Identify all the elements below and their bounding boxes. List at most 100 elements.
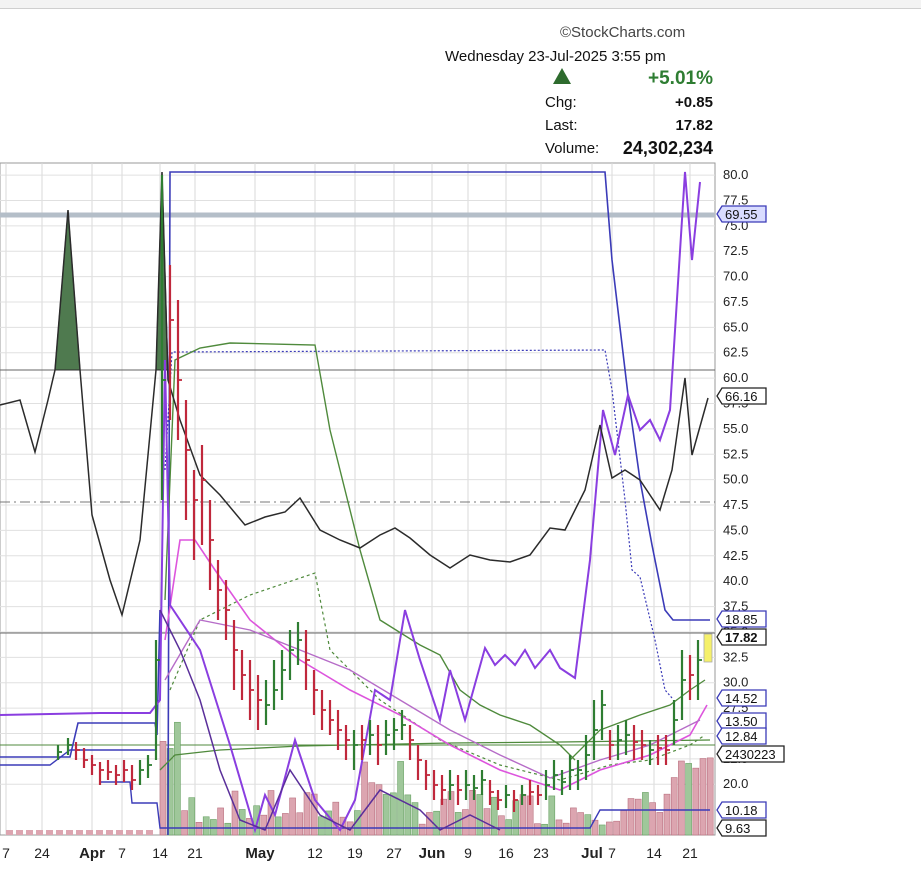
volume-bar [598,824,606,836]
x-tick-label: 21 [187,845,203,861]
last-value: 17.82 [675,117,713,134]
y-tick-label: 45.0 [723,522,748,537]
x-tick-label: 7 [608,845,616,861]
volume-bar [562,822,570,836]
volume-bar [692,767,700,836]
x-tick-label: 9 [464,845,472,861]
x-tick-label: 14 [152,845,168,861]
volume-bar [613,820,620,836]
volume-bar [634,798,642,836]
volume-bar [476,794,484,836]
price-tag-label: 12.84 [725,729,758,744]
current-bar-highlight [703,633,713,663]
volume-bar [361,761,368,836]
quote-datetime: Wednesday 23-Jul-2025 3:55 pm [445,48,666,65]
y-tick-label: 70.0 [723,269,748,284]
volume-bar [126,830,133,835]
volume-bar [404,794,412,836]
x-tick-label: 7 [118,845,126,861]
y-tick-label: 20.0 [723,776,748,791]
volume-bar [96,830,103,835]
x-tick-label: 24 [34,845,50,861]
volume-bar [202,816,210,836]
volume-bar [490,796,498,836]
last-label: Last: [545,117,578,134]
volume-bar [548,795,556,836]
chg-label: Chg: [545,94,577,111]
volume-bar [541,823,548,836]
volume-bar [606,821,613,836]
x-tick-label: 12 [307,845,323,861]
quote-panel: Wednesday 23-Jul-2025 3:55 pm +5.01% Chg… [445,46,717,160]
volume-bar [210,819,217,836]
y-tick-label: 42.5 [723,548,748,563]
chg-value: +0.85 [675,94,713,111]
volume-bar [217,807,224,836]
y-tick-label: 72.5 [723,243,748,258]
volume-bar [282,813,289,836]
volume-label: Volume: [545,140,600,157]
y-tick-label: 47.5 [723,497,748,512]
volume-bar [454,812,462,836]
volume-bar [260,814,268,836]
x-tick-label: 27 [386,845,402,861]
volume-bar [649,802,656,836]
y-tick-label: 60.0 [723,370,748,385]
volume-bar [86,830,93,835]
volume-bar [627,798,635,836]
volume-bar [332,801,340,836]
volume-value: 24,302,234 [622,138,713,158]
volume-bar [656,812,664,836]
plot-frame [0,162,716,836]
volume-bar [188,797,196,836]
x-tick-label: May [245,845,275,862]
price-tag-label: 9.63 [725,821,750,836]
volume-bar [534,823,541,836]
volume-bar [433,810,440,836]
y-tick-label: 65.0 [723,319,748,334]
y-tick-label: 30.0 [723,675,748,690]
x-tick-label: Jun [419,845,446,862]
volume-bar [699,758,707,836]
volume-bar [368,782,376,836]
y-tick-label: 67.5 [723,294,748,309]
y-tick-label: 55.0 [723,421,748,436]
price-tag-label: 13.50 [725,714,758,729]
price-tag-label: 10.18 [725,803,758,818]
x-tick-label: Apr [79,845,105,862]
volume-bar [56,830,63,835]
y-tick-label: 50.0 [723,472,748,487]
volume-bar [418,823,426,836]
stockcharts-logo: ©StockCharts.com [560,24,686,41]
volume-bar [663,793,671,836]
volume-bar [505,819,512,836]
percent-change: +5.01% [648,68,713,89]
volume-bar [46,830,53,835]
up-arrow-icon [553,68,571,84]
volume-bar [462,809,469,836]
volume-bar [685,763,692,836]
x-tick-label: Jul [581,845,603,862]
x-tick-label: 21 [682,845,698,861]
volume-bar [66,830,73,835]
volume-bar [159,741,167,836]
volume-bar [181,810,188,836]
volume-bar [577,812,584,836]
volume-bar [274,816,282,836]
volume-bar [146,830,153,835]
volume-bar [670,777,678,836]
volume-bar [106,830,113,835]
price-tag-label: 66.16 [725,389,758,404]
volume-bar [642,792,649,836]
volume-bar [678,760,685,836]
volume-bar [6,830,13,835]
volume-bar [570,807,577,836]
volume-bar [36,830,43,835]
y-tick-label: 40.0 [723,573,748,588]
x-tick-label: 16 [498,845,514,861]
volume-bar [116,830,123,835]
volume-bar [224,822,232,836]
y-tick-label: 52.5 [723,446,748,461]
price-tag-label: 14.52 [725,691,758,706]
price-tag-label: 18.85 [725,612,758,627]
